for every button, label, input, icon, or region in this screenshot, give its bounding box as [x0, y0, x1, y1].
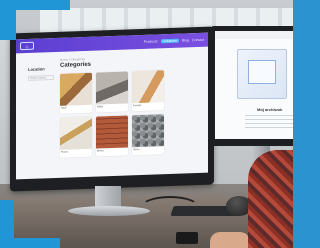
second-screen: Mój archiwok — [215, 31, 293, 139]
photo-frame: ◇ Products Solutions Blog Contact Home /… — [0, 0, 293, 248]
tile-image — [132, 70, 164, 104]
smartphone — [176, 232, 198, 244]
monitor-base — [68, 206, 150, 216]
filter-sidebar: Location Select country — [28, 66, 56, 81]
category-tile[interactable]: Facade — [132, 70, 164, 112]
main-screen: ◇ Products Solutions Blog Contact Home /… — [16, 32, 208, 180]
nav-item[interactable]: Products — [144, 39, 158, 43]
logo-icon[interactable]: ◇ — [20, 41, 34, 51]
tile-image — [96, 71, 128, 105]
corner-accent — [0, 0, 70, 10]
second-screen-text — [245, 115, 293, 129]
person-shoulder — [248, 150, 293, 248]
corner-accent — [0, 238, 60, 248]
tile-image — [60, 116, 92, 150]
page-title: Categories — [60, 61, 92, 69]
nav-item-active[interactable]: Solutions — [160, 38, 179, 44]
tile-image — [60, 72, 92, 106]
hand — [210, 232, 250, 248]
category-tile[interactable]: Floors — [60, 116, 92, 158]
tile-image — [96, 115, 128, 149]
main-monitor: ◇ Products Solutions Blog Contact Home /… — [10, 26, 214, 192]
nav-item[interactable]: Contact — [192, 38, 204, 42]
tile-caption: Stone — [133, 148, 140, 152]
tile-image — [132, 114, 164, 148]
tile-caption: Walls — [97, 105, 104, 109]
second-screen-title: Mój archiwok — [257, 107, 283, 112]
top-nav: Products Solutions Blog Contact — [144, 38, 204, 44]
second-monitor: Mój archiwok — [210, 26, 293, 146]
second-screen-bar — [215, 31, 293, 39]
category-tile[interactable]: Bricks — [96, 115, 128, 157]
category-tile[interactable]: Stone — [132, 114, 164, 156]
tile-caption: Facade — [133, 103, 142, 108]
app-topbar: ◇ Products Solutions Blog Contact — [16, 32, 208, 54]
category-tile[interactable]: Roof — [60, 72, 92, 114]
tile-caption: Floors — [61, 150, 68, 154]
category-tile[interactable]: Walls — [96, 71, 128, 113]
tile-caption: Roof — [61, 106, 67, 110]
sidebar-title: Location — [28, 66, 45, 72]
category-grid: Roof Walls Facade Floors Bricks Stone — [60, 70, 168, 158]
nav-item[interactable]: Blog — [182, 38, 189, 42]
tile-caption: Bricks — [97, 149, 104, 153]
location-select[interactable]: Select country — [28, 75, 54, 81]
illustration — [237, 49, 287, 99]
